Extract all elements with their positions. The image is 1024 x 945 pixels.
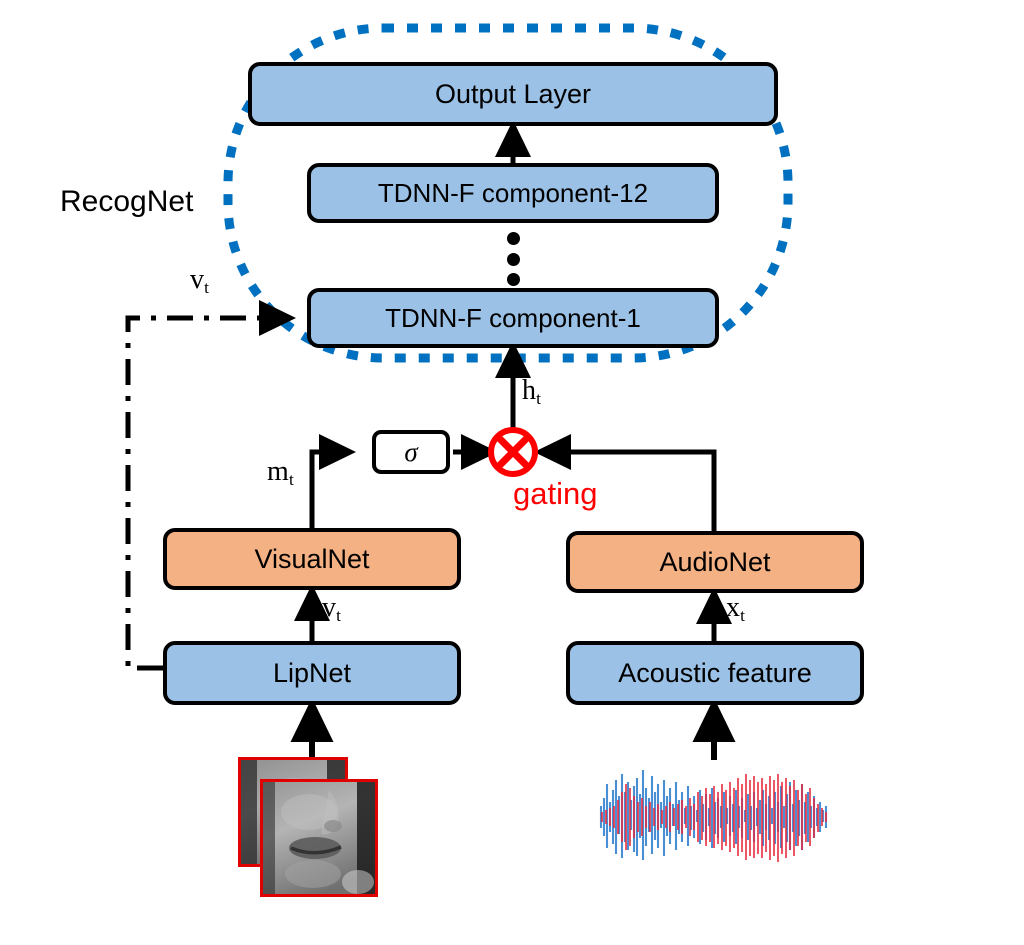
node-output-layer[interactable]: Output Layer <box>248 62 778 126</box>
sigmoid-gate-box[interactable]: σ <box>372 430 450 474</box>
edge-lipnet-feedback-to-tdnnf1 <box>125 300 297 671</box>
node-tdnnf-component-12-label: TDNN-F component-12 <box>377 177 649 208</box>
node-audionet[interactable]: AudioNet <box>566 531 864 593</box>
gating-operator-icon <box>488 427 538 477</box>
node-output-layer-label: Output Layer <box>434 78 592 109</box>
sigma-symbol: σ <box>404 436 418 467</box>
signal-label-vt-visual: vt <box>322 592 341 625</box>
ellipsis-dot <box>506 232 520 245</box>
audio-input-waveform <box>598 762 838 872</box>
ellipsis-dot <box>506 273 520 286</box>
waveform-plot <box>599 770 828 862</box>
node-audionet-label: AudioNet <box>659 546 771 577</box>
visual-input-thumbnails <box>238 757 388 897</box>
node-tdnnf-component-12[interactable]: TDNN-F component-12 <box>307 163 719 223</box>
lip-frame-front-image <box>263 782 375 894</box>
connector-layer <box>125 23 793 760</box>
figure-canvas: Output Layer TDNN-F component-12 TDNN-F … <box>0 0 1024 945</box>
node-tdnnf-component-1-label: TDNN-F component-1 <box>385 302 641 333</box>
signal-label-xt: xt <box>726 592 745 625</box>
signal-label-mt: mt <box>267 456 294 489</box>
node-visualnet-label: VisualNet <box>254 543 370 574</box>
node-lipnet-label: LipNet <box>272 657 352 688</box>
node-acoustic-feature-label: Acoustic feature <box>618 657 812 688</box>
signal-label-vt-feedback: vt <box>190 264 209 297</box>
signal-label-ht: ht <box>522 375 541 408</box>
node-visualnet[interactable]: VisualNet <box>163 528 461 590</box>
gating-annotation-label: gating <box>513 476 598 511</box>
node-tdnnf-component-1[interactable]: TDNN-F component-1 <box>307 288 719 348</box>
ellipsis-dot <box>506 252 520 266</box>
layer-ellipsis <box>506 232 520 286</box>
lip-frame-front <box>260 779 378 897</box>
node-lipnet[interactable]: LipNet <box>163 641 461 705</box>
edge-visualnet-to-sigma <box>309 434 357 528</box>
recognet-group-label: RecogNet <box>60 185 194 218</box>
node-acoustic-feature[interactable]: Acoustic feature <box>566 641 864 705</box>
